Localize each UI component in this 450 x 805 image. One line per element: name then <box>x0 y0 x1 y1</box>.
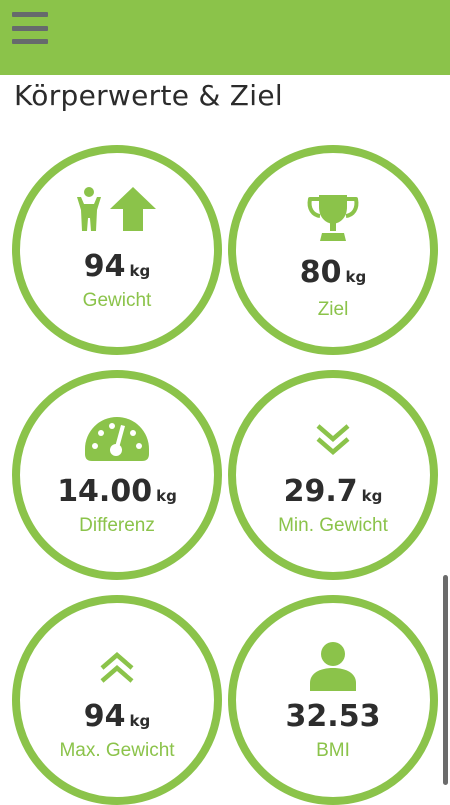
min-weight-card[interactable]: 29.7 kg Min. Gewicht <box>228 370 438 580</box>
difference-card[interactable]: 14.00 kg Differenz <box>12 370 222 580</box>
bmi-card[interactable]: 32.53 BMI <box>228 595 438 805</box>
goal-value: 80 <box>299 255 342 290</box>
double-chevron-down-icon <box>316 424 350 455</box>
app-bar <box>0 0 450 75</box>
difference-label: Differenz <box>79 515 155 536</box>
max-weight-label: Max. Gewicht <box>59 740 175 761</box>
goal-unit: kg <box>345 268 367 286</box>
weight-value: 94 <box>83 249 126 284</box>
double-chevron-up-icon <box>100 652 134 683</box>
max-weight-value: 94 <box>83 699 126 734</box>
trophy-icon <box>307 195 359 241</box>
menu-button[interactable] <box>12 12 48 44</box>
menu-icon-bar <box>12 39 48 44</box>
min-weight-unit: kg <box>361 487 383 505</box>
weight-label: Gewicht <box>82 290 152 311</box>
weight-unit: kg <box>129 262 151 280</box>
min-weight-label: Min. Gewicht <box>278 515 388 536</box>
max-weight-card[interactable]: 94 kg Max. Gewicht <box>12 595 222 805</box>
person-icon <box>310 642 356 691</box>
difference-value: 14.00 <box>57 474 153 509</box>
difference-unit: kg <box>156 487 177 505</box>
section-title: Körperwerte & Ziel <box>14 79 283 112</box>
goal-card[interactable]: 80 kg Ziel <box>228 145 438 355</box>
scrollbar[interactable] <box>443 575 448 785</box>
goal-label: Ziel <box>317 299 349 320</box>
bmi-label: BMI <box>316 740 350 761</box>
max-weight-unit: kg <box>129 712 151 730</box>
menu-icon-bar <box>12 25 48 31</box>
weight-card[interactable]: 94 kg Gewicht <box>12 145 222 355</box>
min-weight-value: 29.7 <box>283 474 358 509</box>
speedometer-icon <box>85 417 149 461</box>
bmi-value: 32.53 <box>285 699 381 734</box>
person-arrow-up-icon <box>77 187 156 231</box>
menu-icon-bar <box>12 12 48 17</box>
